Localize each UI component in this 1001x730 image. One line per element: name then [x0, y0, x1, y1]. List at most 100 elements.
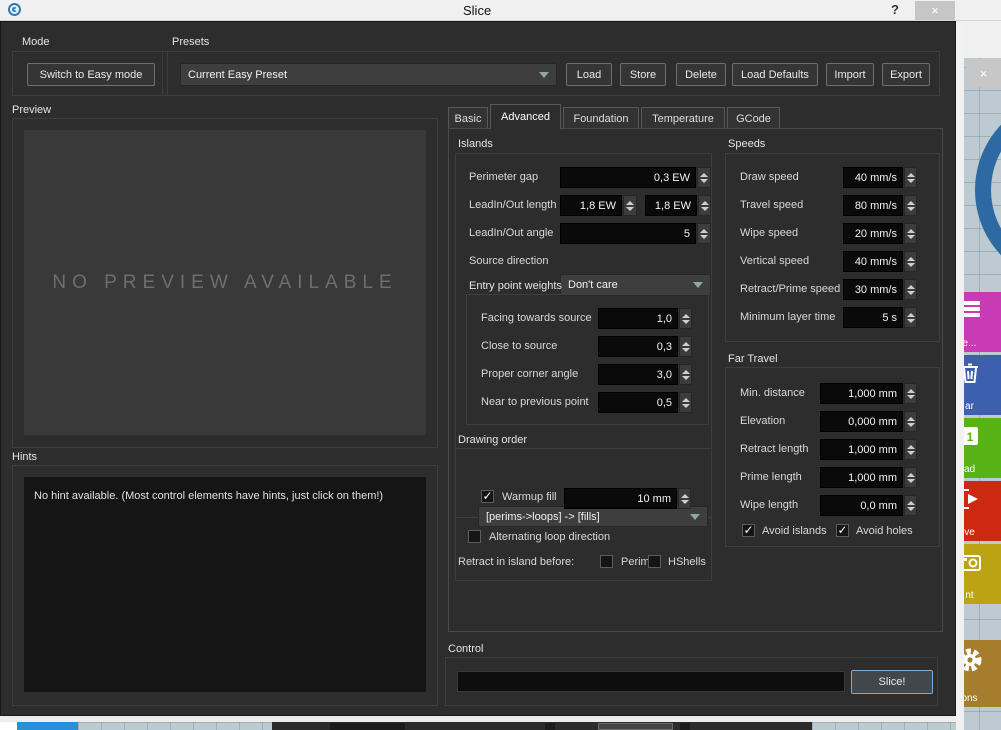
wipe-speed-field[interactable]: 20 mm/s — [843, 223, 903, 244]
tab-foundation[interactable]: Foundation — [563, 107, 639, 129]
preset-import-button[interactable]: Import — [826, 63, 874, 86]
leadinout-angle-spinner[interactable] — [697, 223, 711, 244]
bottom-toolbar-item[interactable] — [545, 723, 555, 730]
preset-export-button[interactable]: Export — [882, 63, 930, 86]
source-direction-value: Don't care — [568, 279, 618, 291]
underlying-panel-header — [964, 21, 1001, 58]
side-toolbar-label: ve — [964, 527, 975, 538]
close-to-source-spinner[interactable] — [679, 336, 692, 357]
drawing-order-label: Drawing order — [458, 434, 527, 446]
warmup-fill-label: Warmup fill — [502, 491, 557, 503]
slice-button[interactable]: Slice! — [851, 670, 933, 694]
field-label: Proper corner angle — [481, 368, 578, 380]
draw-speed-spinner[interactable] — [904, 167, 917, 188]
field-label: Prime length — [740, 471, 802, 483]
travel-speed-spinner[interactable] — [904, 195, 917, 216]
preset-delete-button[interactable]: Delete — [676, 63, 726, 86]
entry-point-weights-label: Entry point weights — [469, 280, 562, 292]
panel-close-button[interactable]: × — [966, 59, 1001, 87]
retract-length-spinner[interactable] — [904, 439, 917, 460]
tab-basic[interactable]: Basic — [448, 107, 488, 129]
chevron-down-icon — [539, 72, 549, 78]
near-previous-point-spinner[interactable] — [679, 392, 692, 413]
proper-corner-angle-spinner[interactable] — [679, 364, 692, 385]
warmup-fill-checkbox[interactable] — [481, 490, 494, 503]
leadin-length-field[interactable]: 1,8 EW — [560, 195, 622, 216]
perimeter-gap-spinner[interactable] — [697, 167, 711, 188]
field-label: Perimeter gap — [469, 171, 538, 183]
bottom-toolbar-item[interactable] — [330, 723, 405, 730]
field-label: LeadIn/Out length — [469, 199, 556, 211]
facing-towards-source-field[interactable]: 1,0 — [598, 308, 678, 329]
preset-select[interactable]: Current Easy Preset — [180, 63, 557, 86]
warmup-fill-field[interactable]: 10 mm — [564, 488, 677, 509]
preset-load-button[interactable]: Load — [566, 63, 612, 86]
wipe-length-spinner[interactable] — [904, 495, 917, 516]
proper-corner-angle-field[interactable]: 3,0 — [598, 364, 678, 385]
tab-advanced[interactable]: Advanced — [490, 104, 561, 129]
leadout-length-spinner[interactable] — [698, 195, 711, 216]
field-label: Retract/Prime speed — [740, 283, 840, 295]
close-to-source-field[interactable]: 0,3 — [598, 336, 678, 357]
leadout-length-field[interactable]: 1,8 EW — [645, 195, 697, 216]
alternating-loop-checkbox[interactable] — [468, 530, 481, 543]
elevation-field[interactable]: 0,000 mm — [820, 411, 903, 432]
elevation-spinner[interactable] — [904, 411, 917, 432]
hints-panel: No hint available. (Most control element… — [24, 477, 426, 692]
taskbar-fragment-blue-button[interactable] — [17, 722, 78, 730]
app-logo-icon — [8, 3, 21, 16]
chevron-down-icon — [690, 514, 700, 520]
field-label: Source direction — [469, 255, 549, 267]
retract-prime-speed-field[interactable]: 30 mm/s — [843, 279, 903, 300]
facing-towards-source-spinner[interactable] — [679, 308, 692, 329]
side-toolbar-label: nt — [965, 590, 973, 601]
chevron-down-icon — [693, 282, 703, 288]
retract-length-field[interactable]: 1,000 mm — [820, 439, 903, 460]
bottom-toolbar-item[interactable] — [598, 723, 673, 730]
switch-easy-mode-button[interactable]: Switch to Easy mode — [27, 63, 155, 86]
speeds-group-label: Speeds — [728, 138, 765, 150]
min-distance-field[interactable]: 1,000 mm — [820, 383, 903, 404]
dialog-close-button[interactable]: × — [915, 1, 955, 20]
field-label: LeadIn/Out angle — [469, 227, 553, 239]
avoid-islands-checkbox[interactable] — [742, 524, 755, 537]
avoid-holes-checkbox[interactable] — [836, 524, 849, 537]
wipe-speed-spinner[interactable] — [904, 223, 917, 244]
preset-store-button[interactable]: Store — [620, 63, 666, 86]
field-label: Vertical speed — [740, 255, 809, 267]
presets-group-label: Presets — [172, 36, 209, 48]
drawing-order-select[interactable]: [perims->loops] -> [fills] — [478, 506, 708, 527]
dialog-title: Slice — [463, 3, 491, 18]
minimum-layer-time-field[interactable]: 5 s — [843, 307, 903, 328]
bottom-toolbar-fragment — [272, 722, 812, 730]
hints-group-label: Hints — [12, 451, 37, 463]
vertical-speed-spinner[interactable] — [904, 251, 917, 272]
vertical-speed-field[interactable]: 40 mm/s — [843, 251, 903, 272]
taskbar-fragment-white — [0, 722, 17, 730]
travel-speed-field[interactable]: 80 mm/s — [843, 195, 903, 216]
preset-load-defaults-button[interactable]: Load Defaults — [732, 63, 818, 86]
leadin-length-spinner[interactable] — [623, 195, 637, 216]
draw-speed-field[interactable]: 40 mm/s — [843, 167, 903, 188]
drawing-order-value: [perims->loops] -> [fills] — [486, 511, 600, 523]
prime-length-field[interactable]: 1,000 mm — [820, 467, 903, 488]
tab-temperature[interactable]: Temperature — [641, 107, 725, 129]
wipe-length-field[interactable]: 0,0 mm — [820, 495, 903, 516]
retract-prime-speed-spinner[interactable] — [904, 279, 917, 300]
min-distance-spinner[interactable] — [904, 383, 917, 404]
leadinout-angle-field[interactable]: 5 — [560, 223, 696, 244]
near-previous-point-field[interactable]: 0,5 — [598, 392, 678, 413]
help-button[interactable]: ? — [891, 2, 899, 17]
retract-before-hshells-checkbox[interactable] — [648, 555, 661, 568]
warmup-fill-spinner[interactable] — [678, 488, 691, 509]
bottom-toolbar-item[interactable] — [680, 723, 690, 730]
control-group-label: Control — [448, 643, 483, 655]
minimum-layer-time-spinner[interactable] — [904, 307, 917, 328]
source-direction-select[interactable]: Don't care — [560, 274, 711, 296]
dialog-titlebar[interactable]: Slice ? × — [0, 0, 1001, 21]
side-toolbar-label: ar — [965, 401, 974, 412]
perimeter-gap-field[interactable]: 0,3 EW — [560, 167, 696, 188]
prime-length-spinner[interactable] — [904, 467, 917, 488]
tab-gcode[interactable]: GCode — [727, 107, 780, 129]
retract-before-perim-checkbox[interactable] — [600, 555, 613, 568]
